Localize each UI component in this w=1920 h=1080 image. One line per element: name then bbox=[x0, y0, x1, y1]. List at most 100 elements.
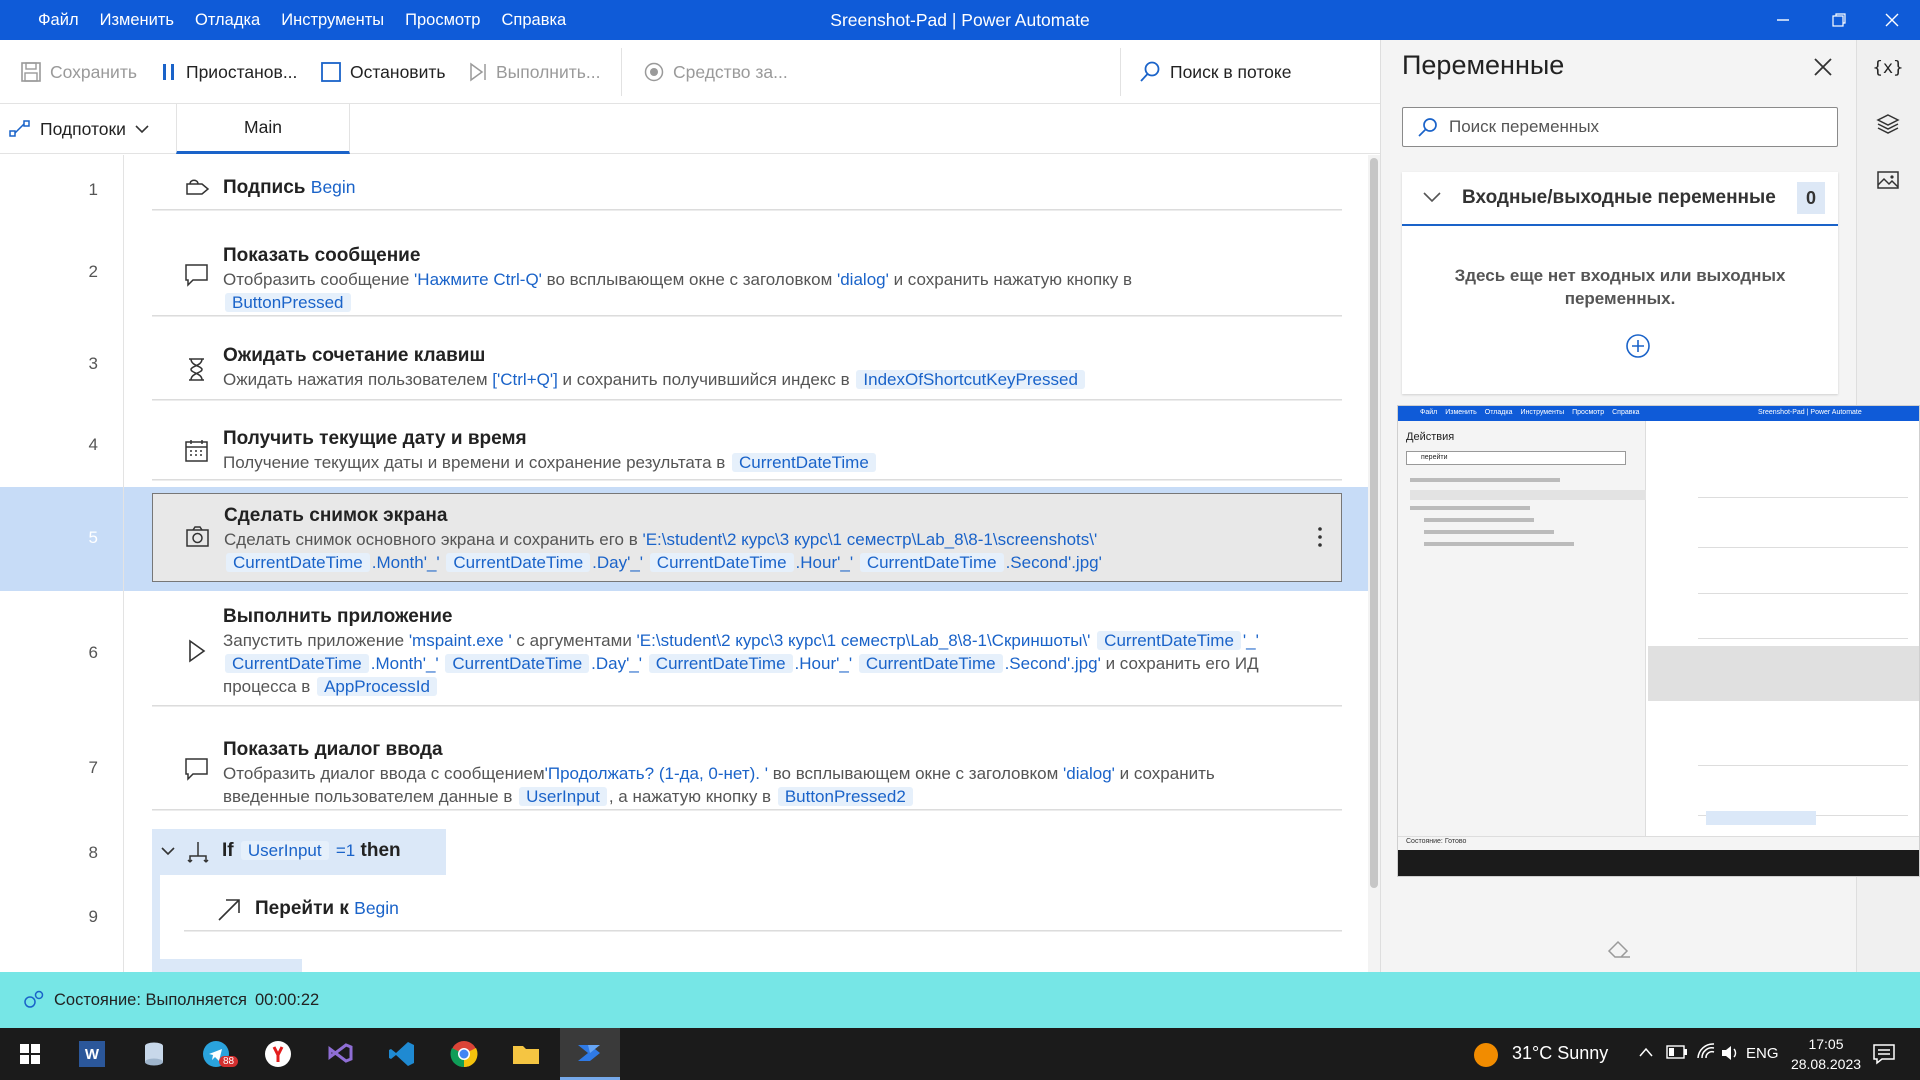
run-next-label: Выполнить... bbox=[496, 61, 601, 82]
taskbar-telegram[interactable]: 88 bbox=[186, 1028, 246, 1080]
thumb-actions-pane bbox=[1398, 421, 1646, 836]
action-goto[interactable]: Перейти к Begin bbox=[184, 888, 1342, 931]
action-get-datetime[interactable]: Получить текущие дату и время Получение … bbox=[152, 417, 1342, 480]
play-icon bbox=[189, 639, 206, 663]
menu-help[interactable]: Справка bbox=[501, 11, 566, 30]
tab-main[interactable]: Main bbox=[176, 104, 350, 154]
language-indicator[interactable]: ENG bbox=[1746, 1045, 1779, 1062]
clock-time: 17:05 bbox=[1808, 1036, 1844, 1052]
if-block-rail bbox=[152, 875, 160, 972]
calendar-icon bbox=[185, 440, 208, 462]
thumb-search: перейти bbox=[1406, 451, 1626, 465]
action-description: Сделать снимок основного экрана и сохран… bbox=[224, 530, 1102, 572]
variables-search-placeholder: Поиск переменных bbox=[1449, 117, 1600, 136]
thumb-title: Sreenshot-Pad | Power Automate bbox=[1758, 409, 1862, 416]
restore-icon bbox=[1832, 13, 1846, 27]
volume-icon[interactable] bbox=[1720, 1044, 1740, 1062]
chevron-down-icon[interactable] bbox=[160, 845, 176, 857]
thumb-status: Состояние: Готово bbox=[1406, 838, 1467, 845]
thumb-tree-line bbox=[1424, 542, 1574, 546]
visual-studio-icon bbox=[328, 1043, 353, 1063]
weather-icon bbox=[1474, 1043, 1498, 1067]
thumb-menu: Файл Изменить Отладка Инструменты Просмотр Сп… bbox=[1420, 409, 1640, 416]
thumb-tree-line bbox=[1410, 478, 1560, 482]
power-automate-icon bbox=[578, 1044, 600, 1061]
scrollbar-thumb[interactable] bbox=[1370, 158, 1378, 888]
recorder-button[interactable]: Средство за... bbox=[643, 40, 788, 104]
weather-text[interactable]: 31°C Sunny bbox=[1512, 1043, 1608, 1064]
thumb-taskbar bbox=[1398, 850, 1919, 876]
clock[interactable]: 17:05 28.08.2023 bbox=[1782, 1034, 1870, 1074]
variable-token: IndexOfShortcutKeyPressed bbox=[856, 370, 1085, 389]
more-options-icon[interactable] bbox=[1317, 526, 1323, 548]
action-take-screenshot[interactable]: Сделать снимок экрана Сделать снимок осн… bbox=[152, 493, 1342, 582]
screenshot-thumbnail[interactable]: Файл Изменить Отладка Инструменты Просмотр Сп… bbox=[1397, 405, 1920, 877]
taskbar-vscode[interactable] bbox=[372, 1028, 432, 1080]
action-title: Показать сообщение bbox=[223, 245, 421, 266]
start-button[interactable] bbox=[0, 1028, 60, 1080]
flow-search-button[interactable]: Поиск в потоке bbox=[1138, 40, 1291, 104]
action-description: Запустить приложение 'mspaint.exe ' с ар… bbox=[223, 631, 1259, 696]
label-name: Begin bbox=[310, 177, 356, 197]
action-display-message[interactable]: Показать сообщение Отобразить сообщение … bbox=[152, 230, 1342, 316]
save-label: Сохранить bbox=[50, 61, 137, 82]
line-number: 5 bbox=[88, 528, 98, 547]
line-number: 2 bbox=[88, 262, 98, 281]
restore-button[interactable] bbox=[1811, 0, 1867, 40]
io-variables-header[interactable]: Входные/выходные переменные bbox=[1402, 172, 1838, 226]
pause-button[interactable]: Приостанов... bbox=[160, 40, 297, 104]
action-input-dialog[interactable]: Показать диалог ввода Отобразить диалог … bbox=[152, 724, 1342, 810]
images-icon[interactable] bbox=[1876, 168, 1900, 192]
eraser-icon[interactable] bbox=[1606, 938, 1634, 960]
taskbar-chrome[interactable] bbox=[434, 1028, 494, 1080]
search-icon bbox=[1418, 118, 1437, 137]
taskbar-database[interactable] bbox=[124, 1028, 184, 1080]
action-run-application[interactable]: Выполнить приложение Запустить приложени… bbox=[152, 598, 1342, 706]
close-window-button[interactable] bbox=[1864, 0, 1920, 40]
action-description: Ожидать нажатия пользователем ['Ctrl+Q']… bbox=[223, 368, 1302, 391]
toolbar-divider bbox=[621, 48, 622, 96]
io-variables-label: Входные/выходные переменные bbox=[1462, 187, 1776, 208]
stop-button[interactable]: Остановить bbox=[320, 40, 446, 104]
save-button[interactable]: Сохранить bbox=[20, 40, 137, 104]
menu-debug[interactable]: Отладка bbox=[195, 11, 260, 30]
line-number: 9 bbox=[88, 907, 98, 926]
line-number: 4 bbox=[88, 435, 98, 454]
chevron-down-icon bbox=[135, 125, 149, 134]
taskbar-power-automate[interactable] bbox=[560, 1028, 620, 1080]
action-label[interactable]: Подпись Begin bbox=[152, 167, 1342, 210]
layers-icon[interactable] bbox=[1876, 112, 1900, 136]
action-title: Перейти к bbox=[255, 898, 349, 919]
action-title: Подпись bbox=[223, 177, 306, 198]
battery-icon[interactable] bbox=[1666, 1045, 1688, 1059]
taskbar-explorer[interactable] bbox=[496, 1028, 556, 1080]
menu-tools[interactable]: Инструменты bbox=[281, 11, 384, 30]
action-if[interactable]: If UserInput =1 then bbox=[152, 829, 446, 875]
menu-file[interactable]: Файл bbox=[38, 11, 79, 30]
step-run-icon bbox=[470, 62, 486, 82]
wifi-icon[interactable] bbox=[1696, 1042, 1716, 1062]
variable-token: CurrentDateTime bbox=[732, 453, 876, 472]
io-empty-message: Здесь еще нет входных или выходных перем… bbox=[1454, 266, 1786, 308]
database-icon bbox=[145, 1042, 163, 1066]
run-next-button[interactable]: Выполнить... bbox=[468, 40, 600, 104]
menu-view[interactable]: Просмотр bbox=[405, 11, 480, 30]
variables-icon[interactable]: {x} bbox=[1856, 48, 1920, 88]
minimize-button[interactable] bbox=[1755, 0, 1811, 40]
taskbar-yandex[interactable] bbox=[248, 1028, 308, 1080]
variables-search-input[interactable]: Поиск переменных bbox=[1402, 107, 1838, 147]
add-variable-icon[interactable] bbox=[1625, 333, 1651, 359]
taskbar-word[interactable]: W bbox=[62, 1028, 122, 1080]
notifications-icon[interactable] bbox=[1872, 1043, 1896, 1065]
taskbar-visual-studio[interactable] bbox=[310, 1028, 370, 1080]
thumb-tree-selected bbox=[1410, 490, 1646, 500]
close-icon[interactable] bbox=[1812, 56, 1834, 78]
action-title: Выполнить приложение bbox=[223, 606, 453, 627]
subflows-dropdown[interactable]: Подпотоки bbox=[8, 104, 150, 154]
menu-edit[interactable]: Изменить bbox=[100, 11, 174, 30]
chevron-up-icon[interactable] bbox=[1638, 1046, 1654, 1058]
action-wait-shortcut[interactable]: Ожидать сочетание клавиш Ожидать нажатия… bbox=[152, 335, 1342, 400]
pause-icon bbox=[163, 64, 174, 80]
action-description: Отобразить сообщение 'Нажмите Ctrl-Q' во… bbox=[223, 270, 1133, 312]
subflows-label: Подпотоки bbox=[40, 118, 126, 139]
